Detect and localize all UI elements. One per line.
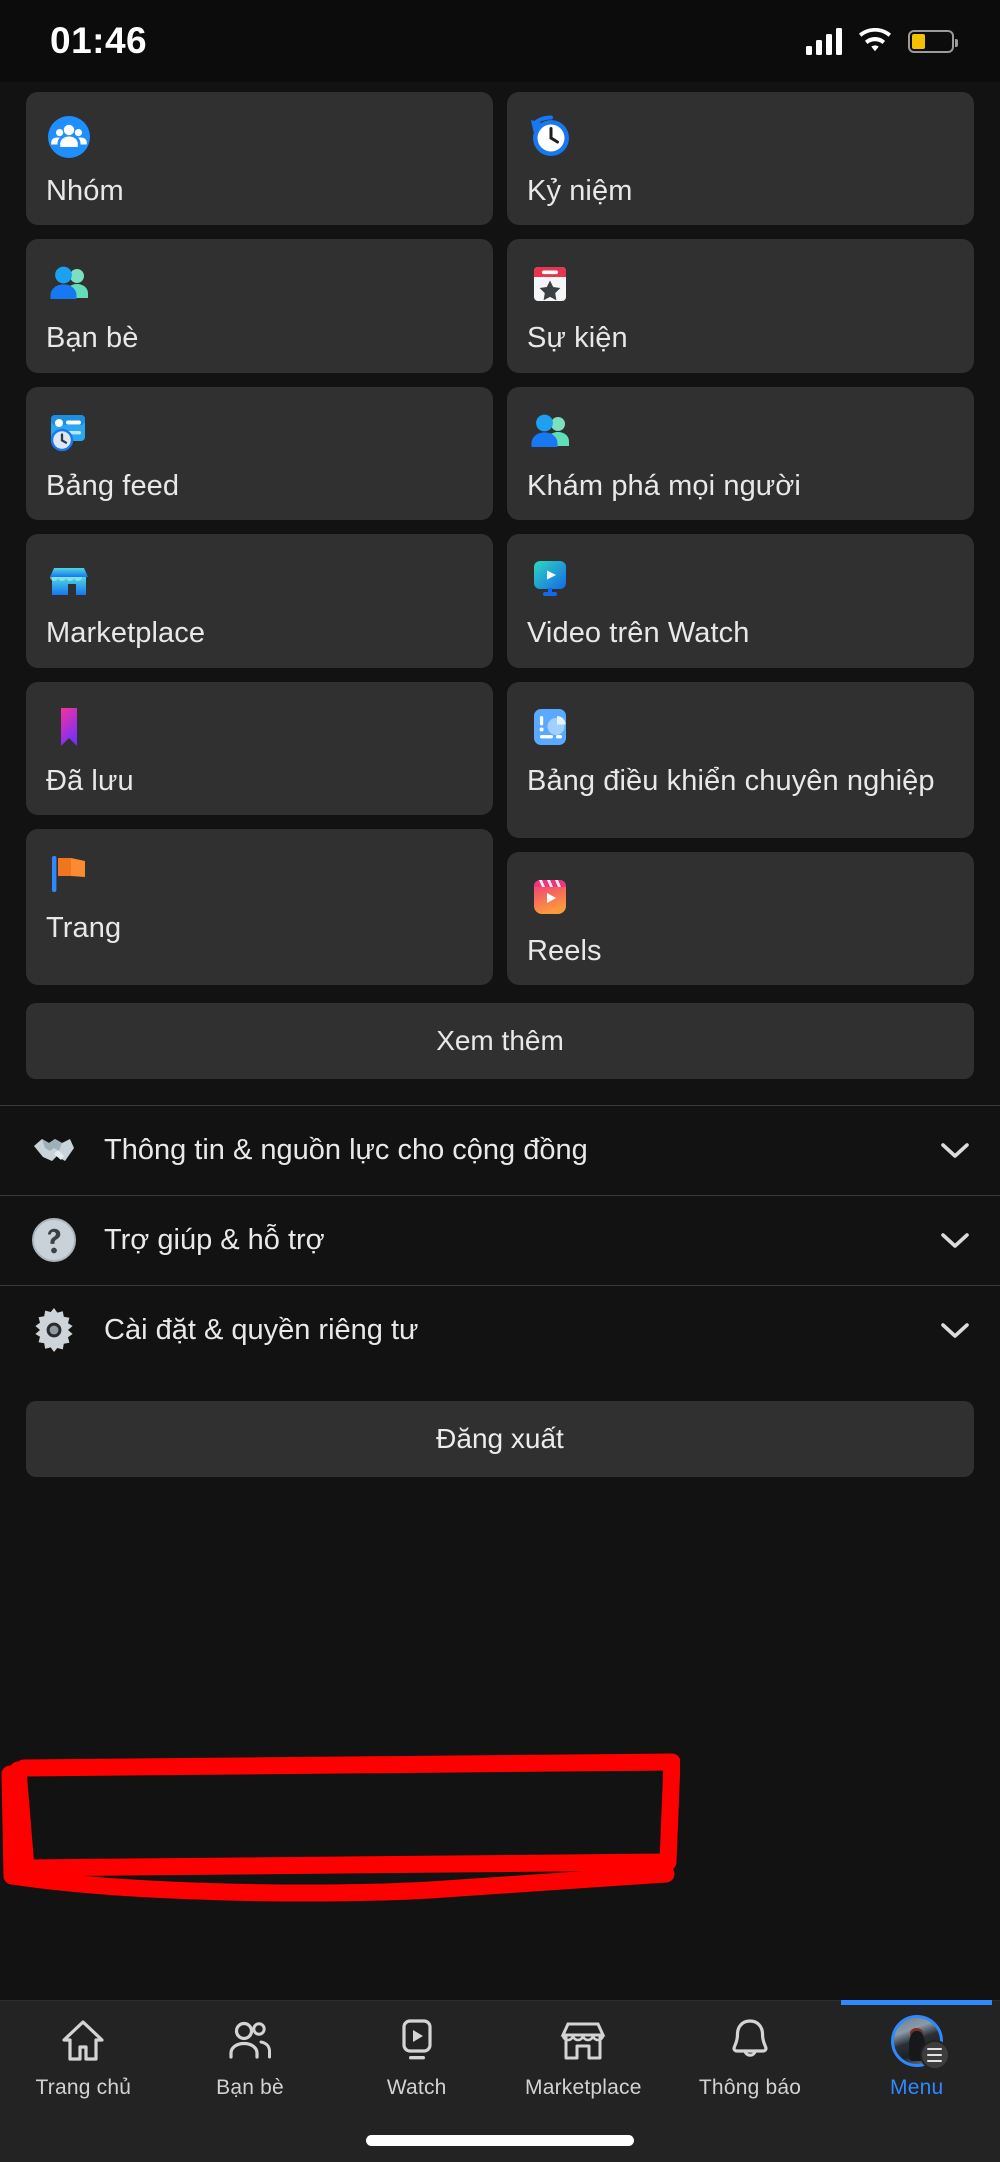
tab-marketplace[interactable]: Marketplace <box>500 2015 667 2100</box>
shortcut-label: Reels <box>527 934 602 967</box>
friends-outline-icon <box>225 2015 275 2067</box>
shortcut-card-reels[interactable]: Reels <box>507 851 974 985</box>
shortcut-card-professional-dashboard[interactable]: Bảng điều khiển chuyên nghiệp <box>507 681 974 838</box>
tab-label: Menu <box>890 2076 944 2099</box>
menu-row-settings-privacy[interactable]: Cài đặt & quyền riêng tư <box>0 1286 1000 1375</box>
shortcut-label: Video trên Watch <box>527 617 750 650</box>
status-bar: 01:46 <box>0 0 1000 82</box>
tab-label: Bạn bè <box>216 2076 284 2099</box>
bell-icon <box>725 2015 775 2067</box>
watch-video-icon <box>527 556 954 602</box>
shortcut-card-feeds[interactable]: Bảng feed <box>26 386 493 521</box>
friends-icon <box>46 261 473 307</box>
handshake-icon <box>26 1122 82 1178</box>
tab-menu[interactable]: Menu <box>833 2000 1000 2100</box>
shortcut-label: Bảng feed <box>46 469 180 502</box>
tab-friends[interactable]: Bạn bè <box>167 2015 334 2100</box>
saved-bookmark-icon <box>46 704 473 750</box>
shortcut-card-marketplace[interactable]: Marketplace <box>26 534 493 668</box>
shortcut-label: Bạn bè <box>46 322 139 355</box>
shortcut-card-friends[interactable]: Bạn bè <box>26 239 493 373</box>
menu-row-label: Thông tin & nguồn lực cho cộng đồng <box>104 1133 588 1166</box>
shortcut-label: Marketplace <box>46 617 206 650</box>
avatar-menu-icon <box>890 2015 950 2070</box>
menu-scroll-body: Nhóm Bạn bè Bảng feed Marketplace Đã lưu… <box>0 82 1000 2000</box>
menu-row-community[interactable]: Thông tin & nguồn lực cho cộng đồng <box>0 1106 1000 1195</box>
see-more-button[interactable]: Xem thêm <box>26 1002 974 1079</box>
professional-dashboard-icon <box>527 704 954 750</box>
shortcut-card-events[interactable]: Sự kiện <box>507 239 974 373</box>
pages-flag-icon <box>46 851 473 897</box>
marketplace-outline-icon <box>558 2015 608 2067</box>
shortcut-label: Kỷ niệm <box>527 175 633 207</box>
shortcut-card-memories[interactable]: Kỷ niệm <box>507 92 974 226</box>
watch-play-icon <box>392 2015 442 2067</box>
shortcut-card-saved[interactable]: Đã lưu <box>26 681 493 815</box>
chevron-down-icon[interactable] <box>940 1321 970 1339</box>
shortcut-label: Đã lưu <box>46 764 134 797</box>
marketplace-icon <box>46 556 473 602</box>
help-question-icon <box>26 1212 82 1268</box>
status-indicators <box>806 27 958 55</box>
shortcut-label: Trang <box>46 911 122 944</box>
shortcut-column-left: Nhóm Bạn bè Bảng feed Marketplace Đã lưu… <box>26 92 493 985</box>
shortcut-card-watch-video[interactable]: Video trên Watch <box>507 534 974 668</box>
shortcut-card-pages[interactable]: Trang <box>26 828 493 985</box>
tab-watch[interactable]: Watch <box>333 2015 500 2100</box>
wifi-icon <box>858 28 892 52</box>
shortcut-grid: Nhóm Bạn bè Bảng feed Marketplace Đã lưu… <box>0 82 1000 985</box>
tab-label: Watch <box>386 2076 447 2099</box>
cellular-signal-icon <box>806 27 842 55</box>
shortcut-label: Bảng điều khiển chuyên nghiệp <box>527 764 935 797</box>
chevron-down-icon[interactable] <box>940 1231 970 1249</box>
tab-label: Trang chủ <box>35 2076 132 2099</box>
tab-label: Thông báo <box>698 2076 802 2099</box>
events-calendar-icon <box>527 261 954 307</box>
facebook-menu-screen: 01:46 Nhóm Bạn bè Bảng feed Marketplace … <box>0 0 1000 2162</box>
shortcut-column-right: Kỷ niệm Sự kiện Khám phá mọi người Video… <box>507 92 974 985</box>
feeds-icon <box>46 409 473 455</box>
battery-low-icon <box>908 29 958 53</box>
red-highlight-annotation <box>1 1753 680 1902</box>
tab-home[interactable]: Trang chủ <box>0 2015 167 2100</box>
logout-button[interactable]: Đăng xuất <box>26 1400 974 1477</box>
shortcut-label: Sự kiện <box>527 322 628 355</box>
shortcut-card-discover-people[interactable]: Khám phá mọi người <box>507 386 974 521</box>
status-time: 01:46 <box>50 20 148 61</box>
memories-clock-icon <box>527 114 954 160</box>
shortcut-label: Nhóm <box>46 175 124 207</box>
home-indicator <box>366 2135 634 2146</box>
settings-gear-icon <box>26 1302 82 1358</box>
see-more-wrap: Xem thêm <box>0 985 1000 1105</box>
menu-row-label: Cài đặt & quyền riêng tư <box>104 1313 419 1346</box>
reels-icon <box>527 874 954 920</box>
avatar <box>890 2015 950 2070</box>
shortcut-card-groups[interactable]: Nhóm <box>26 92 493 226</box>
home-icon <box>58 2015 108 2067</box>
menu-row-label: Trợ giúp & hỗ trợ <box>104 1223 325 1256</box>
shortcut-label: Khám phá mọi người <box>527 469 801 502</box>
chevron-down-icon[interactable] <box>940 1141 970 1159</box>
groups-icon <box>46 114 473 160</box>
discover-people-icon <box>527 409 954 455</box>
tab-notifications[interactable]: Thông báo <box>667 2015 834 2100</box>
menu-row-help[interactable]: Trợ giúp & hỗ trợ <box>0 1196 1000 1285</box>
tab-label: Marketplace <box>525 2076 642 2099</box>
bottom-tab-bar: Trang chủ Bạn bè Watch Marketplace Thông… <box>0 2000 1000 2162</box>
logout-wrap: Đăng xuất <box>0 1375 1000 1477</box>
hamburger-badge-icon <box>919 2040 950 2070</box>
